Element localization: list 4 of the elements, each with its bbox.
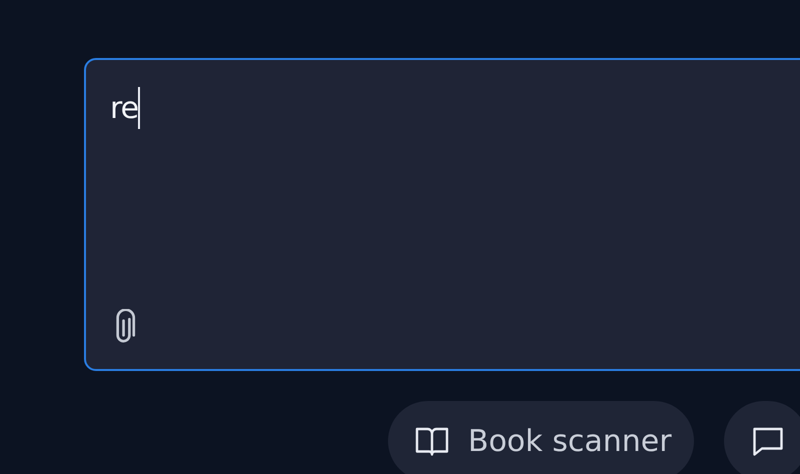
message-input[interactable]: re <box>84 58 800 371</box>
suggestion-chip[interactable]: Book scanner <box>388 401 694 474</box>
text-cursor <box>138 87 140 129</box>
input-text: re <box>110 90 138 126</box>
